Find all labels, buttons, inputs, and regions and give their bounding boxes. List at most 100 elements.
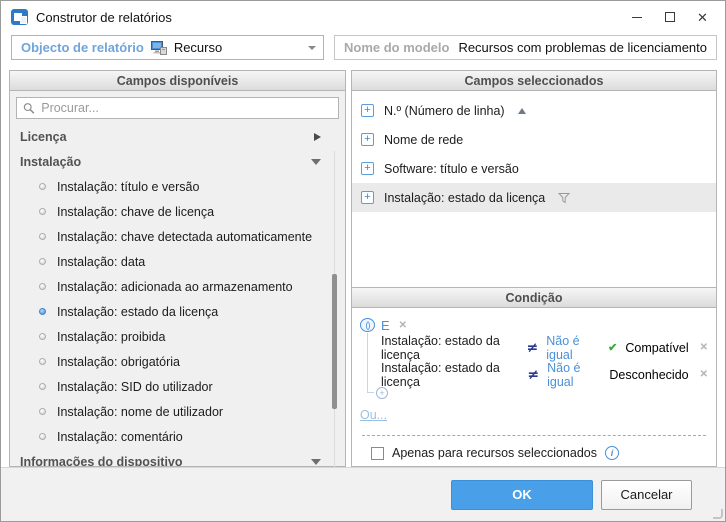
selected-fields-list: + N.º (Número de linha) + Nome de rede +… — [352, 91, 716, 212]
only-selected-label: Apenas para recursos seleccionados — [392, 446, 597, 460]
tree-item-selected-field[interactable]: Instalação: estado da licença — [10, 299, 345, 324]
tree-item[interactable]: Instalação: título e versão — [10, 174, 345, 199]
tree-item-label: Instalação: chave detectada automaticame… — [57, 229, 313, 244]
remove-condition-icon[interactable]: ✕ — [700, 342, 708, 353]
ok-button[interactable]: OK — [451, 479, 593, 510]
tree-item-label: Instalação: título e versão — [57, 179, 200, 194]
tree-item-label: Instalação: obrigatória — [57, 354, 180, 369]
condition-value-link[interactable]: Compatível — [625, 341, 688, 355]
tree-item[interactable]: Instalação: proibida — [10, 324, 345, 349]
tree-item[interactable]: Instalação: SID do utilizador — [10, 374, 345, 399]
tree-item-label: Instalação: comentário — [57, 429, 183, 444]
tree-item[interactable]: Instalação: adicionada ao armazenamento — [10, 274, 345, 299]
add-condition-icon[interactable]: + — [376, 387, 388, 399]
resize-grip[interactable] — [713, 509, 723, 519]
condition-row: Instalação: estado da licença ≠ Não é ig… — [381, 361, 708, 389]
chevron-down-icon — [307, 45, 316, 50]
window-title: Construtor de relatórios — [36, 9, 172, 25]
expand-plus-icon[interactable]: + — [361, 133, 374, 146]
condition-operator-link[interactable]: Não é igual — [547, 361, 601, 389]
tree-item[interactable]: Instalação: chave detectada automaticame… — [10, 224, 345, 249]
tree-group-dispositivo[interactable]: Informações do dispositivo — [10, 449, 345, 466]
minimize-button[interactable] — [620, 1, 653, 33]
bullet-icon — [39, 233, 46, 240]
bullet-icon — [39, 333, 46, 340]
tree-item[interactable]: Instalação: chave de licença — [10, 199, 345, 224]
tree-item-label: Instalação: SID do utilizador — [57, 379, 213, 394]
tree-item[interactable]: Instalação: nome de utilizador — [10, 399, 345, 424]
tree-item-label: Instalação: proibida — [57, 329, 166, 344]
condition-panel: Condição () E ✕ Instalação: estado da li… — [351, 288, 717, 467]
remove-condition-icon[interactable]: ✕ — [700, 369, 708, 380]
model-name-field[interactable]: Nome do modelo Recursos com problemas de… — [333, 35, 717, 60]
tree-item[interactable]: Instalação: data — [10, 249, 345, 274]
condition-header: Condição — [352, 288, 716, 308]
selected-field-label: Nome de rede — [384, 132, 464, 147]
tree-item[interactable]: Instalação: comentário — [10, 424, 345, 449]
close-button[interactable]: ✕ — [686, 1, 719, 33]
condition-field-link[interactable]: Instalação: estado da licença — [381, 334, 518, 362]
condition-operator-link[interactable]: Não é igual — [546, 334, 600, 362]
chevron-down-icon — [311, 458, 321, 465]
tree-item-label: Instalação: data — [57, 254, 146, 269]
expand-plus-icon[interactable]: + — [361, 191, 374, 204]
condition-field-link[interactable]: Instalação: estado da licença — [381, 361, 519, 389]
expand-plus-icon[interactable]: + — [361, 104, 374, 117]
selected-field-row[interactable]: + Instalação: estado da licença — [352, 183, 716, 212]
tree-group-label: Licença — [20, 129, 67, 144]
not-equal-icon: ≠ — [527, 366, 540, 383]
search-input[interactable] — [41, 101, 332, 115]
tree-item-label: Instalação: adicionada ao armazenamento — [57, 279, 293, 294]
sort-ascending-icon[interactable] — [517, 107, 526, 114]
model-name-value: Recursos com problemas de licenciamento — [458, 40, 707, 55]
bullet-icon — [39, 183, 46, 190]
filter-icon[interactable] — [558, 192, 571, 204]
bullet-icon — [39, 283, 46, 290]
tree-item[interactable]: Instalação: obrigatória — [10, 349, 345, 374]
only-selected-checkbox[interactable] — [371, 446, 384, 460]
remove-group-icon[interactable]: ✕ — [399, 320, 407, 331]
expand-plus-icon[interactable]: + — [361, 162, 374, 175]
report-object-value: Recurso — [173, 40, 223, 55]
not-equal-icon: ≠ — [526, 339, 539, 356]
selected-field-row[interactable]: + Nome de rede — [352, 125, 716, 154]
selected-field-label: Instalação: estado da licença — [384, 190, 546, 205]
selected-field-label: N.º (Número de linha) — [384, 103, 505, 118]
scrollbar-thumb[interactable] — [332, 274, 337, 409]
available-fields-header: Campos disponíveis — [10, 71, 345, 91]
tree-item-label: Instalação: estado da licença — [57, 304, 219, 319]
bullet-icon — [39, 383, 46, 390]
model-name-label: Nome do modelo — [343, 40, 450, 55]
search-box[interactable] — [16, 97, 339, 119]
group-parentheses-icon[interactable]: () — [360, 318, 375, 332]
footer-bar: OK Cancelar — [1, 467, 725, 521]
selected-field-row[interactable]: + N.º (Número de linha) — [352, 96, 716, 125]
condition-group-row: () E ✕ — [360, 316, 708, 334]
selected-field-row[interactable]: + Software: título e versão — [352, 154, 716, 183]
info-icon[interactable]: i — [604, 446, 619, 460]
maximize-icon — [664, 12, 675, 22]
available-fields-panel: Campos disponíveis Licença Instalação — [9, 70, 346, 521]
check-icon: ✔ — [608, 342, 618, 354]
condition-value-link[interactable]: Desconhecido — [609, 368, 688, 382]
group-operator-link[interactable]: E — [381, 318, 390, 333]
cancel-button[interactable]: Cancelar — [601, 479, 692, 510]
report-object-combo[interactable]: Objecto de relatório Recurso — [11, 35, 324, 60]
maximize-button[interactable] — [653, 1, 686, 33]
bullet-active-icon — [39, 308, 46, 315]
bullet-icon — [39, 258, 46, 265]
or-group-link[interactable]: Ou... — [360, 408, 387, 422]
or-row: Ou... — [360, 408, 708, 422]
tree-item-label: Instalação: nome de utilizador — [57, 404, 224, 419]
tree-group-licenca[interactable]: Licença — [10, 124, 345, 149]
condition-row: Instalação: estado da licença ≠ Não é ig… — [381, 334, 708, 362]
only-selected-row: Apenas para recursos seleccionados i — [360, 446, 708, 460]
chevron-right-icon — [314, 132, 321, 141]
bullet-icon — [39, 433, 46, 440]
selected-fields-header: Campos seleccionados — [352, 71, 716, 91]
selected-fields-panel: Campos seleccionados + N.º (Número de li… — [351, 70, 717, 288]
bullet-icon — [39, 208, 46, 215]
top-controls: Objecto de relatório Recurso Nome do mod… — [11, 35, 717, 60]
tree-group-instalacao[interactable]: Instalação — [10, 149, 345, 174]
selected-field-label: Software: título e versão — [384, 161, 519, 176]
